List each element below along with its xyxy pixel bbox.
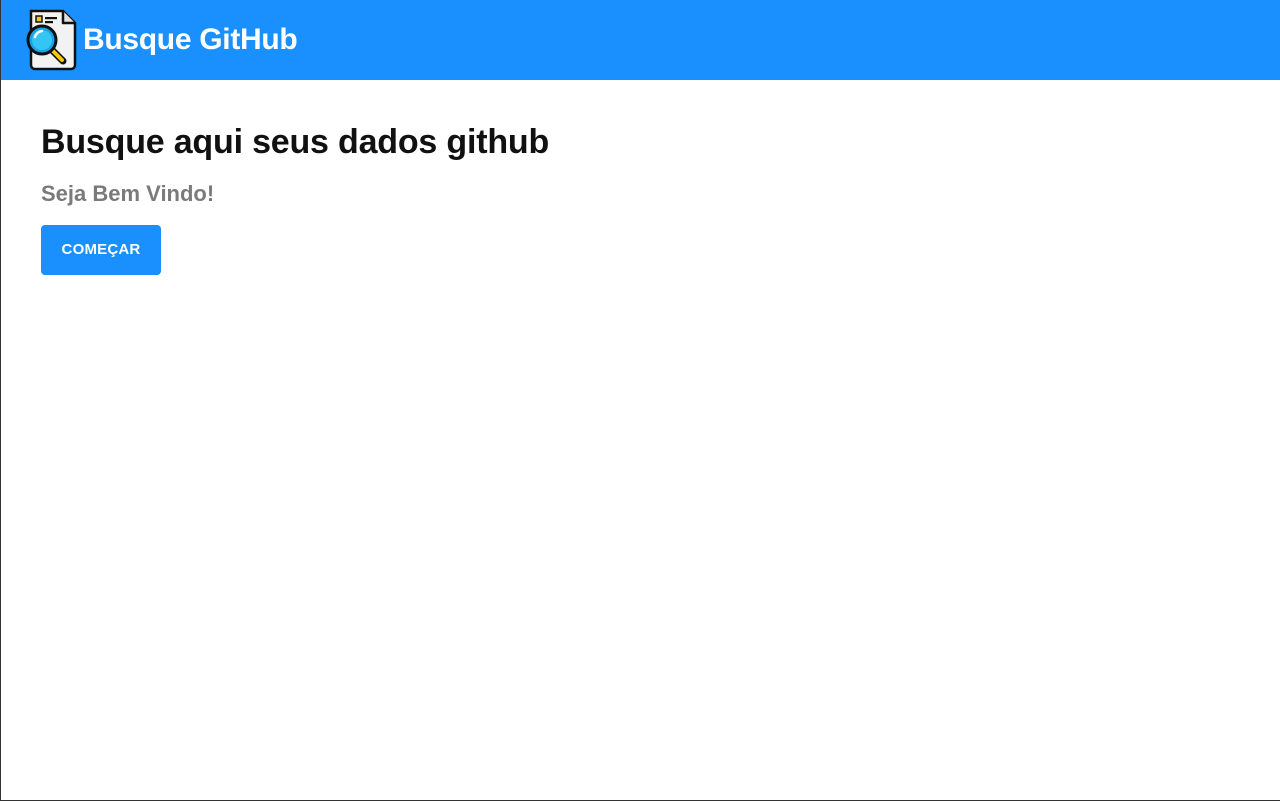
start-button[interactable]: COMEÇAR — [41, 224, 161, 275]
app-header: Busque GitHub — [1, 0, 1280, 80]
document-search-icon — [26, 9, 77, 71]
page-title: Busque aqui seus dados github — [41, 123, 550, 161]
welcome-text: Seja Bem Vindo! — [41, 180, 215, 206]
app-title: Busque GitHub — [83, 23, 298, 56]
main-content: Busque aqui seus dados github Seja Bem V… — [1, 80, 1280, 275]
